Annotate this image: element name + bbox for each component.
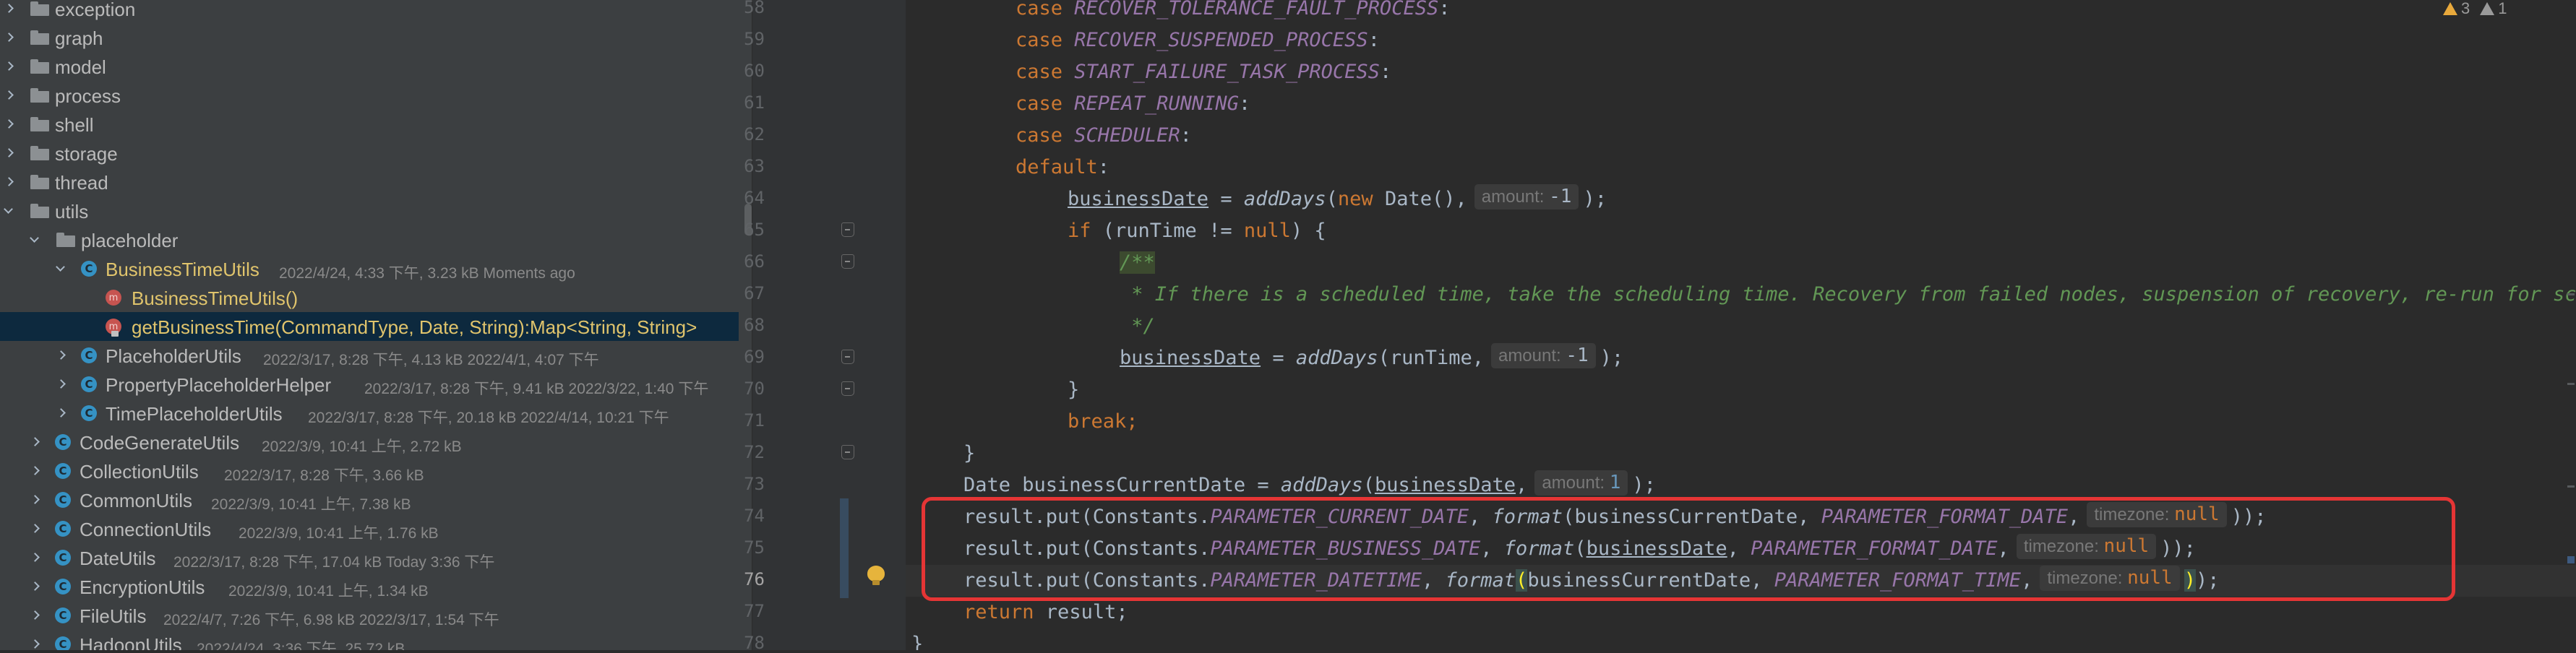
folder-icon [30, 175, 49, 189]
code-line-63: default: [1016, 156, 1110, 178]
code-line-62: case SCHEDULER: [1016, 124, 1192, 147]
param-hint: amount: -1 [1474, 184, 1579, 209]
warning-count: 3 [2461, 0, 2470, 17]
error-stripe-marker[interactable] [2567, 383, 2575, 385]
line-number: 70 [744, 379, 765, 399]
line-number: 77 [744, 601, 765, 621]
code-line-67: * If there is a scheduled time, take the… [1120, 283, 2576, 306]
code-line-69: businessDate = addDays(runTime, amount: -… [1120, 343, 1624, 369]
code-line-61: case REPEAT_RUNNING: [1016, 92, 1251, 115]
lightbulb-icon[interactable] [867, 566, 885, 586]
editor-gutter[interactable] [752, 0, 906, 650]
line-number: 69 [744, 347, 765, 367]
code-line-64: businessDate = addDays(new Date(), amount… [1068, 184, 1607, 210]
code-line-58: case RECOVER_TOLERANCE_FAULT_PROCESS: [1016, 0, 1451, 20]
line-number: 75 [744, 537, 765, 558]
line-number: 58 [744, 0, 765, 17]
line-number: 73 [744, 474, 765, 494]
line-number: 67 [744, 283, 765, 303]
code-line-71: break; [1068, 410, 1138, 433]
code-line-77: return result; [963, 601, 1128, 623]
vcs-change-marker[interactable] [840, 498, 849, 598]
code-line-78: } [911, 633, 924, 650]
line-number: 72 [744, 442, 765, 462]
line-number: 68 [744, 315, 765, 335]
code-line-60: case START_FAILURE_TASK_PROCESS: [1016, 61, 1392, 83]
line-number: 62 [744, 124, 765, 144]
line-number: 74 [744, 506, 765, 526]
line-number-current: 76 [744, 569, 765, 589]
line-number: 64 [744, 188, 765, 208]
highlight-annotation-box [922, 497, 2455, 601]
fold-icon[interactable] [841, 445, 854, 459]
code-line-59: case RECOVER_SUSPENDED_PROCESS: [1016, 29, 1380, 51]
weak-warning-icon [2480, 2, 2495, 15]
param-hint: amount: -1 [1490, 343, 1596, 368]
code-line-65: if (runTime != null) { [1068, 220, 1326, 242]
fold-icon[interactable] [841, 381, 854, 396]
param-hint: amount: 1 [1534, 470, 1628, 496]
inspection-widget[interactable]: 3 1 [2443, 0, 2507, 17]
line-number: 65 [744, 220, 765, 240]
expand-arrow-icon[interactable] [29, 494, 40, 506]
code-line-68: */ [1120, 315, 1155, 337]
warning-icon [2443, 2, 2457, 15]
line-number: 63 [744, 156, 765, 176]
error-stripe-marker[interactable] [2567, 293, 2575, 295]
error-stripe-marker[interactable] [2567, 556, 2575, 563]
expand-arrow-icon[interactable] [3, 176, 14, 188]
fold-icon[interactable] [841, 350, 854, 364]
line-number: 66 [744, 251, 765, 272]
code-line-72: } [963, 442, 976, 464]
line-number: 61 [744, 92, 765, 113]
weak-warning-count: 1 [2498, 0, 2507, 17]
line-number: 60 [744, 61, 765, 81]
line-number: 71 [744, 410, 765, 431]
code-line-70: } [1068, 379, 1080, 401]
fold-icon[interactable] [841, 254, 854, 269]
error-stripe-marker[interactable] [2567, 485, 2575, 488]
line-number: 59 [744, 29, 765, 49]
fold-icon[interactable] [841, 222, 854, 237]
code-line-66: /** [1120, 251, 1155, 274]
